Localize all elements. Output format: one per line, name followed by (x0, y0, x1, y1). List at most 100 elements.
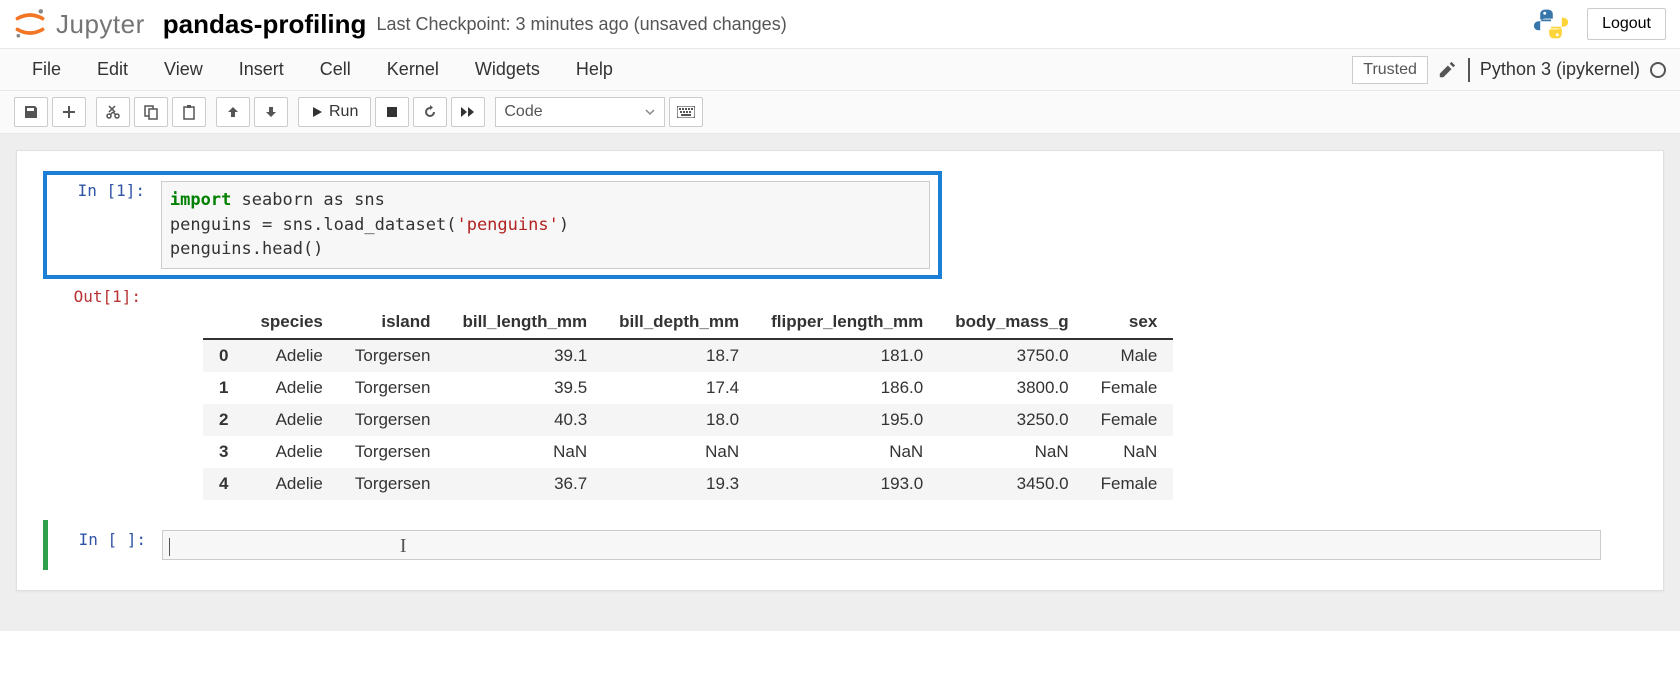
menubar: File Edit View Insert Cell Kernel Widget… (0, 49, 1680, 91)
index-header (203, 306, 244, 339)
command-palette-button[interactable] (669, 97, 703, 127)
trusted-badge[interactable]: Trusted (1352, 56, 1428, 84)
menu-kernel[interactable]: Kernel (369, 49, 457, 90)
menu-help[interactable]: Help (558, 49, 631, 90)
table-cell: 195.0 (755, 404, 939, 436)
col-bill-length: bill_length_mm (446, 306, 603, 339)
out-prompt: Out[1]: (43, 287, 153, 306)
menu-view[interactable]: View (146, 49, 221, 90)
cell-type-select[interactable]: Code (495, 97, 665, 127)
table-cell: Torgersen (339, 339, 447, 372)
move-down-button[interactable] (254, 97, 288, 127)
col-island: island (339, 306, 447, 339)
table-cell: 181.0 (755, 339, 939, 372)
save-button[interactable] (14, 97, 48, 127)
code-cell-1[interactable]: In [1]: import seaborn as sns penguins =… (43, 171, 1637, 279)
menu-edit[interactable]: Edit (79, 49, 146, 90)
kernel-status-icon (1650, 62, 1666, 78)
cut-button[interactable] (96, 97, 130, 127)
table-cell: Female (1085, 404, 1174, 436)
run-label: Run (329, 103, 358, 121)
run-button[interactable]: Run (298, 97, 371, 127)
table-cell: 3750.0 (939, 339, 1084, 372)
add-cell-button[interactable] (52, 97, 86, 127)
table-header-row: species island bill_length_mm bill_depth… (203, 306, 1173, 339)
table-cell: Torgersen (339, 468, 447, 500)
move-up-button[interactable] (216, 97, 250, 127)
table-cell: Torgersen (339, 436, 447, 468)
table-cell: 40.3 (446, 404, 603, 436)
row-index: 0 (203, 339, 244, 372)
table-cell: NaN (603, 436, 755, 468)
table-cell: NaN (939, 436, 1084, 468)
cell-highlight: In [1]: import seaborn as sns penguins =… (43, 171, 942, 279)
notebook: In [1]: import seaborn as sns penguins =… (16, 150, 1664, 591)
table-cell: 18.0 (603, 404, 755, 436)
table-cell: Female (1085, 468, 1174, 500)
table-cell: 19.3 (603, 468, 755, 500)
table-cell: Adelie (244, 372, 338, 404)
table-cell: Adelie (244, 436, 338, 468)
notebook-container: In [1]: import seaborn as sns penguins =… (0, 134, 1680, 631)
copy-button[interactable] (134, 97, 168, 127)
in-prompt-empty: In [ ]: (48, 530, 158, 549)
col-bill-depth: bill_depth_mm (603, 306, 755, 339)
table-cell: 3450.0 (939, 468, 1084, 500)
table-row: 4AdelieTorgersen36.719.3193.03450.0Femal… (203, 468, 1173, 500)
notebook-header: Jupyter pandas-profiling Last Checkpoint… (0, 0, 1680, 49)
in-prompt: In [1]: (47, 181, 157, 200)
table-cell: NaN (446, 436, 603, 468)
restart-run-all-button[interactable] (451, 97, 485, 127)
menu-widgets[interactable]: Widgets (457, 49, 558, 90)
table-cell: Torgersen (339, 372, 447, 404)
table-cell: 3800.0 (939, 372, 1084, 404)
dataframe-output: species island bill_length_mm bill_depth… (203, 306, 1173, 500)
kernel-separator (1468, 58, 1470, 82)
table-cell: 18.7 (603, 339, 755, 372)
python-logo-icon (1533, 6, 1569, 42)
paste-button[interactable] (172, 97, 206, 127)
row-index: 1 (203, 372, 244, 404)
col-sex: sex (1085, 306, 1174, 339)
table-cell: Adelie (244, 468, 338, 500)
cell-type-value: Code (504, 103, 542, 121)
table-row: 3AdelieTorgersenNaNNaNNaNNaNNaN (203, 436, 1173, 468)
jupyter-logo-icon (12, 6, 48, 42)
table-cell: NaN (1085, 436, 1174, 468)
menu-insert[interactable]: Insert (221, 49, 302, 90)
interrupt-button[interactable] (375, 97, 409, 127)
col-flipper-length: flipper_length_mm (755, 306, 939, 339)
table-row: 2AdelieTorgersen40.318.0195.03250.0Femal… (203, 404, 1173, 436)
table-cell: 39.1 (446, 339, 603, 372)
dataframe-table: species island bill_length_mm bill_depth… (203, 306, 1173, 500)
table-cell: 193.0 (755, 468, 939, 500)
kernel-name[interactable]: Python 3 (ipykernel) (1480, 59, 1640, 80)
code-editor[interactable]: import seaborn as sns penguins = sns.loa… (161, 181, 930, 269)
col-species: species (244, 306, 338, 339)
menu-file[interactable]: File (14, 49, 79, 90)
row-index: 3 (203, 436, 244, 468)
notebook-title[interactable]: pandas-profiling (163, 9, 367, 40)
restart-button[interactable] (413, 97, 447, 127)
table-cell: 17.4 (603, 372, 755, 404)
code-cell-2[interactable]: In [ ]: I (43, 520, 1637, 570)
logout-button[interactable]: Logout (1587, 8, 1666, 40)
table-cell: Adelie (244, 404, 338, 436)
text-cursor (169, 538, 170, 556)
table-row: 1AdelieTorgersen39.517.4186.03800.0Femal… (203, 372, 1173, 404)
table-row: 0AdelieTorgersen39.118.7181.03750.0Male (203, 339, 1173, 372)
jupyter-brand-text: Jupyter (56, 9, 145, 40)
row-index: 4 (203, 468, 244, 500)
pencil-icon[interactable] (1438, 61, 1456, 79)
menu-cell[interactable]: Cell (302, 49, 369, 90)
table-cell: 36.7 (446, 468, 603, 500)
col-body-mass: body_mass_g (939, 306, 1084, 339)
chevron-down-icon (644, 106, 656, 118)
code-editor-empty[interactable]: I (162, 530, 1601, 560)
table-cell: Male (1085, 339, 1174, 372)
table-cell: NaN (755, 436, 939, 468)
table-cell: 186.0 (755, 372, 939, 404)
toolbar: Run Code (0, 91, 1680, 134)
output-area: Out[1]: (43, 287, 1637, 306)
ibeam-cursor-icon: I (400, 535, 407, 557)
